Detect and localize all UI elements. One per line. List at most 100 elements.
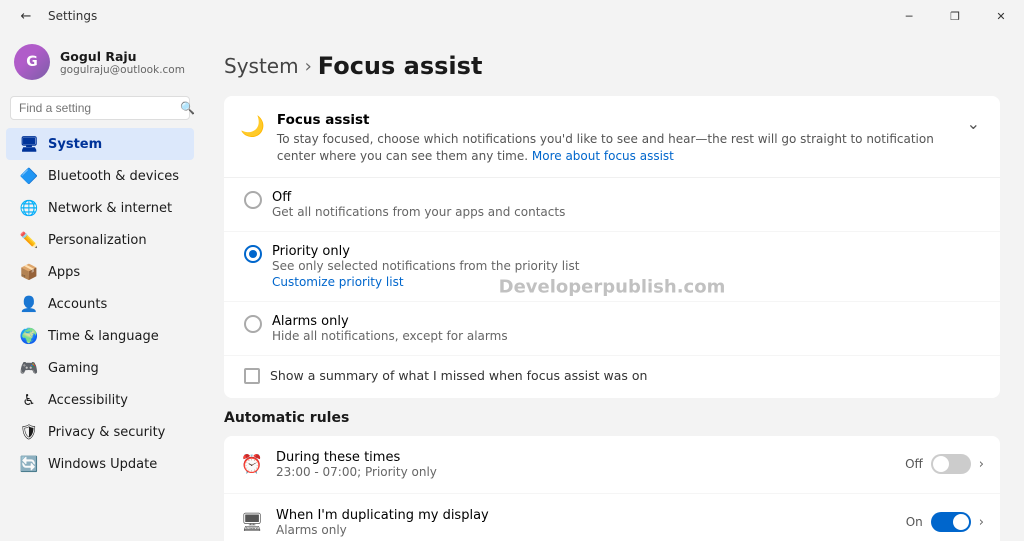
focus-header-text: Focus assist To stay focused, choose whi… (277, 112, 963, 165)
rule-row[interactable]: ⏰ During these times 23:00 - 07:00; Prio… (224, 436, 1000, 494)
rule-row[interactable]: 🖥 When I'm duplicating my display Alarms… (224, 494, 1000, 541)
nav-list: 🖥 System 🔷 Bluetooth & devices 🌐 Network… (0, 128, 200, 480)
rules-list: ⏰ During these times 23:00 - 07:00; Prio… (224, 436, 1000, 541)
sidebar-item-time[interactable]: 🌍 Time & language (6, 320, 194, 352)
radio-text-off: Off Get all notifications from your apps… (272, 190, 565, 219)
apps-icon: 📦 (20, 263, 38, 281)
back-button[interactable]: ← (12, 2, 40, 30)
sidebar-label-bluetooth: Bluetooth & devices (48, 169, 179, 184)
maximize-button[interactable]: ❐ (932, 0, 978, 32)
sidebar-item-bluetooth[interactable]: 🔷 Bluetooth & devices (6, 160, 194, 192)
sidebar-label-personalization: Personalization (48, 233, 147, 248)
sidebar-item-accounts[interactable]: 👤 Accounts (6, 288, 194, 320)
rule-icon-1: 🖥 (240, 512, 264, 533)
sidebar-item-privacy[interactable]: 🛡 Privacy & security (6, 416, 194, 448)
privacy-icon: 🛡 (20, 423, 38, 441)
sidebar-item-update[interactable]: 🔄 Windows Update (6, 448, 194, 480)
sidebar-label-time: Time & language (48, 329, 159, 344)
app-body: G Gogul Raju gogulraju@outlook.com 🔍 🖥 S… (0, 32, 1024, 541)
rule-toggle-1[interactable] (931, 512, 971, 532)
sidebar: G Gogul Raju gogulraju@outlook.com 🔍 🖥 S… (0, 32, 200, 541)
accessibility-icon: ♿ (20, 391, 38, 409)
sidebar-item-gaming[interactable]: 🎮 Gaming (6, 352, 194, 384)
rule-title-0: During these times (276, 450, 893, 465)
app-title: Settings (48, 9, 97, 23)
focus-learn-more-link[interactable]: More about focus assist (532, 149, 674, 163)
rule-toggle-0[interactable] (931, 454, 971, 474)
window-controls: ─ ❐ ✕ (886, 0, 1024, 32)
radio-label-off: Off (272, 190, 565, 205)
gaming-icon: 🎮 (20, 359, 38, 377)
titlebar: ← Settings ─ ❐ ✕ (0, 0, 1024, 32)
time-icon: 🌍 (20, 327, 38, 345)
bluetooth-icon: 🔷 (20, 167, 38, 185)
sidebar-item-accessibility[interactable]: ♿ Accessibility (6, 384, 194, 416)
radio-option-priority[interactable]: Priority only See only selected notifica… (224, 232, 1000, 302)
breadcrumb-current: Focus assist (318, 52, 483, 80)
sidebar-label-privacy: Privacy & security (48, 425, 165, 440)
focus-description: To stay focused, choose which notificati… (277, 131, 963, 165)
rule-chevron-1[interactable]: › (979, 515, 984, 530)
user-email: gogulraju@outlook.com (60, 64, 185, 76)
summary-checkbox[interactable] (244, 368, 260, 384)
personalization-icon: ✏️ (20, 231, 38, 249)
sidebar-item-apps[interactable]: 📦 Apps (6, 256, 194, 288)
radio-circle-priority[interactable] (244, 245, 262, 263)
sidebar-item-personalization[interactable]: ✏️ Personalization (6, 224, 194, 256)
user-profile[interactable]: G Gogul Raju gogulraju@outlook.com (0, 32, 200, 92)
radio-label-priority: Priority only (272, 244, 579, 259)
radio-desc-priority: See only selected notifications from the… (272, 259, 579, 273)
sidebar-label-apps: Apps (48, 265, 80, 280)
rule-right-1: On › (906, 512, 984, 532)
collapse-button[interactable]: ⌄ (963, 112, 984, 135)
update-icon: 🔄 (20, 455, 38, 473)
system-icon: 🖥 (20, 135, 38, 153)
radio-desc-off: Get all notifications from your apps and… (272, 205, 565, 219)
search-icon: 🔍 (180, 101, 195, 115)
rule-icon-0: ⏰ (240, 454, 264, 475)
summary-row[interactable]: Show a summary of what I missed when foc… (224, 356, 1000, 398)
sidebar-item-system[interactable]: 🖥 System (6, 128, 194, 160)
sidebar-label-accessibility: Accessibility (48, 393, 128, 408)
breadcrumb: System › Focus assist (224, 52, 1000, 80)
focus-title: Focus assist (277, 112, 963, 128)
search-input[interactable] (19, 101, 174, 115)
radio-circle-off[interactable] (244, 191, 262, 209)
toggle-knob-1 (953, 514, 969, 530)
moon-icon: 🌙 (240, 114, 265, 138)
customize-priority-link[interactable]: Customize priority list (272, 275, 579, 289)
close-button[interactable]: ✕ (978, 0, 1024, 32)
focus-header-left: 🌙 Focus assist To stay focused, choose w… (240, 112, 963, 165)
main-content: Developerpublish.com System › Focus assi… (200, 32, 1024, 541)
rule-state-1: On (906, 515, 923, 529)
rule-sub-1: Alarms only (276, 523, 894, 537)
radio-text-alarms: Alarms only Hide all notifications, exce… (272, 314, 508, 343)
accounts-icon: 👤 (20, 295, 38, 313)
automatic-rules-title: Automatic rules (224, 410, 1000, 426)
radio-desc-alarms: Hide all notifications, except for alarm… (272, 329, 508, 343)
user-info: Gogul Raju gogulraju@outlook.com (60, 49, 185, 76)
rule-sub-0: 23:00 - 07:00; Priority only (276, 465, 893, 479)
minimize-button[interactable]: ─ (886, 0, 932, 32)
breadcrumb-separator: › (305, 56, 312, 77)
sidebar-label-update: Windows Update (48, 457, 157, 472)
breadcrumb-parent[interactable]: System (224, 54, 299, 78)
radio-text-priority: Priority only See only selected notifica… (272, 244, 579, 289)
focus-assist-card: 🌙 Focus assist To stay focused, choose w… (224, 96, 1000, 398)
rule-chevron-0[interactable]: › (979, 457, 984, 472)
rule-title-1: When I'm duplicating my display (276, 508, 894, 523)
network-icon: 🌐 (20, 199, 38, 217)
radio-option-alarms[interactable]: Alarms only Hide all notifications, exce… (224, 302, 1000, 356)
titlebar-left: ← Settings (12, 2, 97, 30)
search-box[interactable]: 🔍 (10, 96, 190, 120)
rule-right-0: Off › (905, 454, 984, 474)
radio-label-alarms: Alarms only (272, 314, 508, 329)
rule-text-1: When I'm duplicating my display Alarms o… (276, 508, 894, 537)
automatic-rules-card: ⏰ During these times 23:00 - 07:00; Prio… (224, 436, 1000, 541)
summary-label: Show a summary of what I missed when foc… (270, 368, 647, 383)
radio-circle-alarms[interactable] (244, 315, 262, 333)
sidebar-item-network[interactable]: 🌐 Network & internet (6, 192, 194, 224)
sidebar-label-network: Network & internet (48, 201, 172, 216)
rule-state-0: Off (905, 457, 923, 471)
radio-option-off[interactable]: Off Get all notifications from your apps… (224, 178, 1000, 232)
